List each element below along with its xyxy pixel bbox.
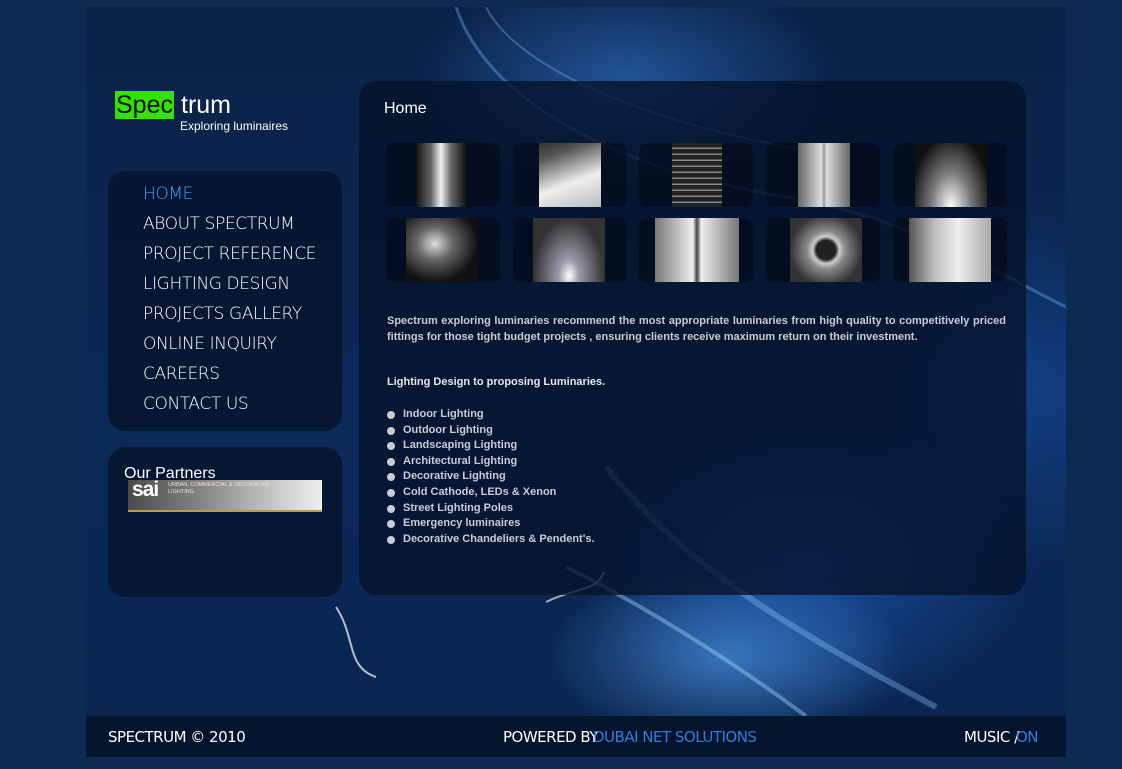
nav-item-online-inquiry[interactable]: ONLINE INQUIRY <box>143 333 316 363</box>
nav-item-careers[interactable]: CAREERS <box>143 363 316 393</box>
list-item: Decorative Chandeliers & Pendent's. <box>387 532 595 548</box>
list-item: Outdoor Lighting <box>387 423 595 439</box>
copyright: SPECTRUM © 2010 <box>108 728 246 746</box>
partners-panel: Our Partners sai URBAN, COMMERCIAL & DEC… <box>108 447 342 597</box>
list-item: Architectural Lighting <box>387 454 595 470</box>
thumbnail-spot-light[interactable] <box>386 218 500 282</box>
nav-item-lighting-design[interactable]: LIGHTING DESIGN <box>143 273 316 303</box>
main-nav: HOME ABOUT SPECTRUM PROJECT REFERENCE LI… <box>108 171 342 431</box>
thumbnail-wall-light[interactable] <box>386 143 500 207</box>
nav-item-home[interactable]: HOME <box>143 183 316 213</box>
music-toggle[interactable]: ON <box>1016 728 1039 746</box>
main-content: Home Spectrum exploring luminaries recom… <box>359 81 1026 595</box>
thumbnail-downlight[interactable] <box>893 143 1007 207</box>
services-list: Indoor Lighting Outdoor Lighting Landsca… <box>387 407 595 547</box>
music-label: MUSIC / <box>964 728 1019 746</box>
subheading: Lighting Design to proposing Luminaries. <box>387 376 606 388</box>
site-logo[interactable]: Spec trum Exploring luminaires <box>115 91 305 133</box>
list-item: Cold Cathode, LEDs & Xenon <box>387 485 595 501</box>
logo-spec: Spec <box>115 91 174 119</box>
list-item: Landscaping Lighting <box>387 438 595 454</box>
list-item: Indoor Lighting <box>387 407 595 423</box>
thumbnail-panel-light[interactable] <box>893 218 1007 282</box>
intro-paragraph: Spectrum exploring luminaries recommend … <box>387 315 1006 343</box>
nav-item-about-spectrum[interactable]: ABOUT SPECTRUM <box>143 213 316 243</box>
thumbnail-bollard[interactable] <box>639 143 753 207</box>
partner-logo-subtext: URBAN, COMMERCIAL & DECORATIVE LIGHTING <box>168 482 270 495</box>
page-title: Home <box>384 100 427 117</box>
thumbnail-pole-light[interactable] <box>766 143 880 207</box>
footer: SPECTRUM © 2010 POWERED BY DUBAI NET SOL… <box>86 716 1066 757</box>
list-item: Street Lighting Poles <box>387 501 595 517</box>
page-frame: Spec trum Exploring luminaires HOME ABOU… <box>86 7 1066 757</box>
thumbnail-recessed-light[interactable] <box>766 218 880 282</box>
list-item: Emergency luminaires <box>387 516 595 532</box>
nav-item-project-reference[interactable]: PROJECT REFERENCE <box>143 243 316 273</box>
partner-logo[interactable]: sai URBAN, COMMERCIAL & DECORATIVE LIGHT… <box>128 478 322 512</box>
logo-tagline: Exploring luminaires <box>180 119 289 133</box>
powered-by-link[interactable]: DUBAI NET SOLUTIONS <box>593 728 757 746</box>
thumbnail-street-light[interactable] <box>513 143 627 207</box>
thumbnail-ground-light[interactable] <box>513 218 627 282</box>
nav-item-projects-gallery[interactable]: PROJECTS GALLERY <box>143 303 316 333</box>
list-item: Decorative Lighting <box>387 469 595 485</box>
thumbnail-uplight[interactable] <box>639 218 753 282</box>
logo-trum: trum <box>181 91 231 119</box>
powered-by-label: POWERED BY <box>503 728 599 746</box>
partner-logo-text: sai <box>132 478 159 501</box>
nav-item-contact-us[interactable]: CONTACT US <box>143 393 316 423</box>
